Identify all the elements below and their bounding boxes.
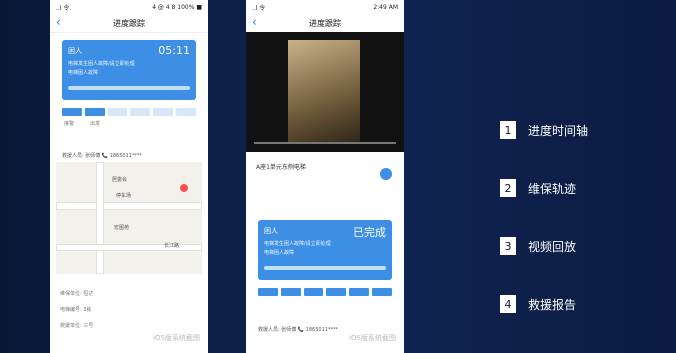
- video-player[interactable]: [246, 32, 404, 152]
- timeline-step[interactable]: [130, 108, 151, 116]
- feature-number: 1: [500, 121, 516, 139]
- watermark: iOS版系统截图: [153, 334, 200, 342]
- incident-detail: 电梯困人故障: [264, 250, 295, 256]
- back-chevron-icon[interactable]: ‹: [56, 15, 61, 29]
- incident-type: 困人: [264, 227, 278, 235]
- info-row: 救援单位: 三号: [60, 323, 94, 329]
- step-label-2: 出发: [90, 121, 101, 127]
- feature-item-track: 2 维保轨迹: [500, 168, 640, 208]
- step-label-1: 接警: [64, 121, 75, 127]
- feature-label: 救援报告: [528, 297, 577, 312]
- timeline-step[interactable]: [303, 288, 324, 296]
- watermark: iOS版系统截图: [349, 334, 396, 342]
- completed-badge: 已完成: [353, 226, 386, 239]
- timeline-step[interactable]: [326, 288, 347, 296]
- status-bar: ..l 令 2:49 AM: [246, 0, 404, 14]
- elevator-name: A座1单元东侧电梯: [256, 164, 306, 171]
- camera-icon[interactable]: [380, 168, 392, 180]
- progress-bar: [264, 266, 386, 270]
- video-progress-bar[interactable]: [254, 142, 396, 144]
- timeline-step[interactable]: [176, 108, 196, 116]
- timeline-step[interactable]: [280, 288, 301, 296]
- location-pin-icon[interactable]: [180, 184, 188, 192]
- map-label: 宏图苑: [114, 225, 130, 231]
- timeline-step[interactable]: [107, 108, 128, 116]
- status-bar: ..l 令 4 @ 4 8 100% ■: [50, 0, 208, 14]
- maintenance-track-map[interactable]: 居委会 停车场 宏图苑 长江路: [56, 162, 202, 274]
- map-road: [56, 202, 202, 210]
- feature-number: 4: [500, 295, 516, 313]
- timeline-step[interactable]: [153, 108, 174, 116]
- page-title: 进度跟踪: [309, 18, 341, 28]
- status-card[interactable]: 困人 05:11 电梯发生困人故障/请立即处理 电梯困人故障: [62, 40, 196, 100]
- map-label: 居委会: [112, 177, 128, 183]
- phone-screen-progress-tracking: ..l 令 4 @ 4 8 100% ■ ‹ 进度跟踪 困人 05:11 电梯发…: [50, 0, 208, 353]
- page-title: 进度跟踪: [113, 18, 145, 28]
- timeline-steps: [62, 108, 196, 116]
- timeline-step[interactable]: [258, 288, 278, 296]
- incident-type: 困人: [68, 47, 82, 55]
- incident-detail: 电梯困人故障: [68, 70, 99, 76]
- elapsed-timer: 05:11: [158, 44, 190, 57]
- incident-desc: 电梯发生困人故障/请立即处理: [68, 61, 135, 67]
- feature-item-report: 4 救援报告: [500, 284, 640, 324]
- timeline-steps: [258, 288, 392, 296]
- feature-number: 2: [500, 179, 516, 197]
- nav-bar: ‹ 进度跟踪: [50, 14, 208, 33]
- timeline-step[interactable]: [84, 108, 105, 116]
- status-left: ..l 令: [56, 4, 70, 12]
- timeline-step[interactable]: [372, 288, 392, 296]
- status-right: 2:49 AM: [373, 3, 398, 11]
- map-label: 停车场: [116, 193, 132, 199]
- back-chevron-icon[interactable]: ‹: [252, 15, 257, 29]
- status-card[interactable]: 困人 已完成 电梯发生困人故障/请立即处理 电梯困人故障: [258, 220, 392, 280]
- feature-item-timeline: 1 进度时间轴: [500, 110, 640, 150]
- status-right: 4 @ 4 8 100% ■: [152, 3, 202, 11]
- map-label: 长江路: [164, 243, 180, 249]
- rescuer-contact[interactable]: 救援人员: 张师傅 📞 1865011****: [258, 326, 338, 333]
- feature-label: 视频回放: [528, 239, 577, 254]
- feature-number: 3: [500, 237, 516, 255]
- status-left: ..l 令: [252, 4, 266, 12]
- nav-bar: ‹ 进度跟踪: [246, 14, 404, 33]
- map-road: [56, 244, 202, 251]
- timeline-step[interactable]: [62, 108, 82, 116]
- phone-screen-video-playback: ..l 令 2:49 AM ‹ 进度跟踪 A座1单元东侧电梯 困人 已完成 电梯…: [246, 0, 404, 353]
- progress-bar: [68, 86, 190, 90]
- feature-label: 维保轨迹: [528, 181, 577, 196]
- info-row: 电梯编号: 3栋: [60, 307, 92, 313]
- map-road: [96, 162, 104, 274]
- feature-label: 进度时间轴: [528, 123, 589, 138]
- info-row: 维保单位: 恒达: [60, 291, 94, 297]
- incident-desc: 电梯发生困人故障/请立即处理: [264, 241, 331, 247]
- elevator-video-frame: [288, 40, 360, 144]
- feature-item-video: 3 视频回放: [500, 226, 640, 266]
- timeline-step[interactable]: [349, 288, 370, 296]
- rescuer-contact[interactable]: 救援人员: 张师傅 📞 1865011****: [62, 152, 142, 159]
- feature-list: 1 进度时间轴 2 维保轨迹 3 视频回放 4 救援报告: [500, 110, 640, 342]
